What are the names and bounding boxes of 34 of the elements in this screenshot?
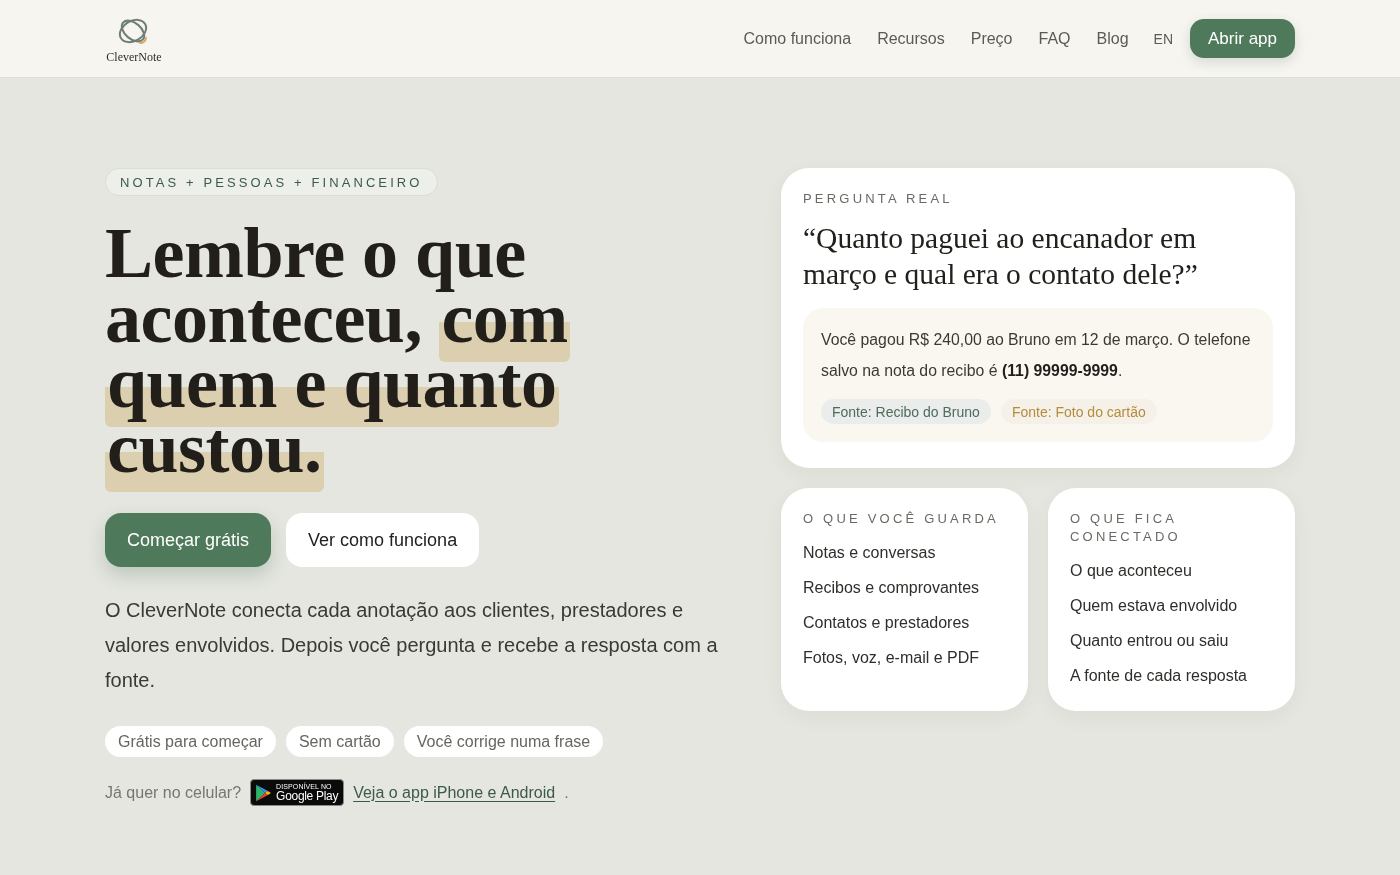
how-it-works-button[interactable]: Ver como funciona [286, 513, 480, 567]
start-free-button[interactable]: Começar grátis [105, 513, 272, 567]
answer-text: Você pagou R$ 240,00 ao Bruno em 12 de março. O telefone salvo na nota do recibo é (11) 99999-9999. [821, 330, 1252, 381]
card-label: O QUE FICA CONECTADO [1070, 510, 1182, 546]
source-tag: Fonte: Recibo do Bruno [821, 399, 991, 424]
perk-tag: Você corrige numa frase [403, 726, 604, 757]
card-label: O QUE VOCÊ GUARDA [803, 510, 1000, 528]
source-tag: Fonte: Foto do cartão [1000, 399, 1157, 424]
brand-name: CleverNote [106, 50, 162, 64]
eyebrow-tag: NOTAS + PESSOAS + FINANCEIRO [105, 168, 438, 196]
feature-item: O que aconteceu [1070, 561, 1193, 581]
nav-link[interactable]: Recursos [877, 29, 945, 48]
feature-item: Quanto entrou ou saiu [1070, 631, 1230, 651]
feature-item: Contatos e prestadores [803, 613, 971, 633]
feature-item: Notas e conversas [803, 543, 937, 563]
apps-link[interactable]: Veja o app iPhone e Android [353, 783, 556, 802]
hero-description: O CleverNote conecta cada anotação aos clientes, prestadores e valores envolvidos. Depois você pergunta e recebe a resposta com a fonte. [105, 598, 719, 693]
nav-link[interactable]: FAQ [1038, 29, 1071, 48]
play-triangle-icon [255, 783, 273, 802]
open-app-button[interactable]: Abrir app [1190, 19, 1295, 58]
sentence-period: . [564, 783, 569, 802]
nav-link[interactable]: Preço [970, 29, 1013, 48]
card-label: PERGUNTA REAL [803, 190, 954, 208]
language-link[interactable]: EN [1153, 30, 1173, 47]
feature-item: A fonte de cada resposta [1070, 666, 1248, 686]
question-text: “Quanto paguei ao encanador em março e qual era o contato dele?” [803, 221, 1199, 292]
perk-tag: Sem cartão [285, 726, 394, 757]
feature-item: Recibos e comprovantes [803, 578, 981, 598]
feature-item: Fotos, voz, e-mail e PDF [803, 648, 981, 668]
mobile-prompt: Já quer no celular? [105, 783, 242, 802]
nav-link[interactable]: Blog [1096, 29, 1129, 48]
perk-tag: Grátis para começar [105, 726, 276, 757]
nav-link[interactable]: Como funciona [743, 29, 852, 48]
feature-item: Quem estava envolvido [1070, 596, 1239, 616]
